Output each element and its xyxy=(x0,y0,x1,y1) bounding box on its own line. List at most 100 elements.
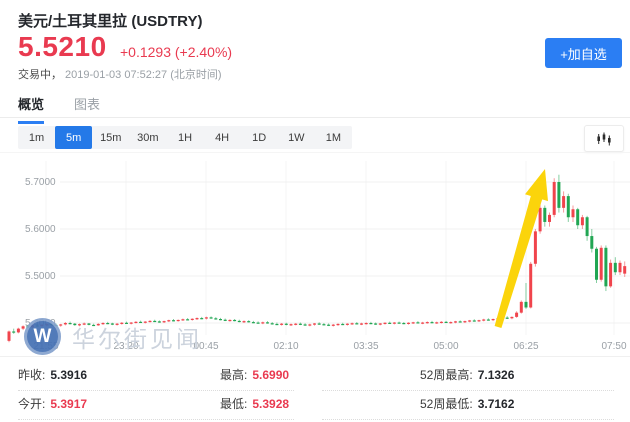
candle-body xyxy=(96,323,100,326)
interval-30m[interactable]: 30m xyxy=(129,126,166,149)
candle-body xyxy=(374,323,378,325)
candle-body xyxy=(49,323,53,326)
interval-1d[interactable]: 1D xyxy=(241,126,278,149)
candle-body xyxy=(125,322,128,324)
stat-52w-high: 52周最高: 7.1326 xyxy=(420,368,515,382)
candle-body xyxy=(604,247,608,287)
view-tabs: 概览 图表 xyxy=(18,94,100,124)
candle-body xyxy=(313,323,316,325)
stats-left-column: 昨收: 5.3916 最高: 5.6990 今开: 5.3917 最低: 5.3928 xyxy=(18,362,294,420)
candle-body xyxy=(533,231,537,264)
candle-body xyxy=(148,320,152,323)
trading-status-label: 交易中， xyxy=(18,69,62,81)
x-axis-label: 07:50 xyxy=(601,341,626,352)
candle-body xyxy=(134,321,138,324)
candle-body xyxy=(31,325,34,328)
x-axis-label: 23:20 xyxy=(113,341,138,352)
interval-1w[interactable]: 1W xyxy=(278,126,315,149)
candle-body xyxy=(228,319,232,322)
candle-body xyxy=(458,321,462,323)
candle-body xyxy=(345,323,349,325)
candle-body xyxy=(21,326,25,329)
interval-5m[interactable]: 5m xyxy=(55,126,93,149)
tabs-divider xyxy=(0,117,630,118)
candle-body xyxy=(251,322,255,324)
candle-body xyxy=(275,323,279,326)
candle-body xyxy=(369,323,373,325)
candle-body xyxy=(153,320,157,323)
tab-chart[interactable]: 图表 xyxy=(74,94,100,124)
candle-body xyxy=(402,323,406,325)
candle-body xyxy=(562,196,566,208)
candle-body xyxy=(172,320,175,322)
candle-body xyxy=(261,322,265,324)
candle-body xyxy=(322,324,326,326)
candle-body xyxy=(12,331,16,333)
x-axis-label: 05:00 xyxy=(433,341,458,352)
candle-body xyxy=(157,321,161,323)
candle-body xyxy=(223,319,227,321)
chart-type-button[interactable] xyxy=(584,125,624,152)
candle-body xyxy=(618,262,622,273)
candle-body xyxy=(200,318,204,320)
candle-body xyxy=(590,236,594,249)
interval-15m[interactable]: 15m xyxy=(92,126,129,149)
candle-body xyxy=(68,323,72,325)
candle-body xyxy=(190,318,194,320)
candle-body xyxy=(566,196,570,218)
x-axis-label: 06:25 xyxy=(513,341,538,352)
candle-body xyxy=(204,317,208,319)
candle-body xyxy=(454,321,457,323)
add-watchlist-button[interactable]: +加自选 xyxy=(545,38,622,68)
candle-body xyxy=(552,182,556,215)
candle-body xyxy=(247,321,251,323)
candle-body xyxy=(280,323,284,325)
stats-row: 昨收: 5.3916 最高: 5.6990 xyxy=(18,362,294,391)
candle-body xyxy=(411,322,415,324)
candle-body xyxy=(580,217,584,226)
interval-4h[interactable]: 4H xyxy=(204,126,241,149)
candle-body xyxy=(571,209,575,218)
candle-body xyxy=(186,319,190,321)
candle-body xyxy=(435,322,439,324)
candlestick-chart[interactable]: 5.7000 5.6000 5.5000 5.4000 21:55 23:20 00:45 0… xyxy=(0,152,630,357)
y-axis-label: 5.6000 xyxy=(25,224,56,235)
candle-body xyxy=(472,320,476,322)
candle-body xyxy=(529,263,533,308)
candle-body xyxy=(162,321,166,323)
candle-body xyxy=(40,324,44,327)
candle-body xyxy=(256,322,260,324)
tab-overview[interactable]: 概览 xyxy=(18,94,45,124)
candle-body xyxy=(468,320,472,322)
candle-body xyxy=(486,319,490,321)
candle-body xyxy=(303,324,307,326)
candle-body xyxy=(35,325,39,327)
y-axis-label: 5.7000 xyxy=(25,177,56,188)
candle-body xyxy=(237,320,241,323)
candle-body xyxy=(378,323,382,325)
candle-body xyxy=(331,324,335,326)
candle-body xyxy=(538,207,542,232)
candle-body xyxy=(106,323,110,325)
candle-body xyxy=(294,323,298,325)
candle-body xyxy=(543,207,547,222)
candle-body xyxy=(557,182,561,208)
interval-1m-month[interactable]: 1M xyxy=(315,126,352,149)
candle-body xyxy=(407,322,410,324)
candle-body xyxy=(233,319,237,322)
candle-body xyxy=(609,262,613,287)
x-axis-label: 00:45 xyxy=(193,341,218,352)
candle-body xyxy=(599,247,603,280)
market-status: 交易中， 2019-01-03 07:52:27 (北京时间) xyxy=(18,66,222,82)
interval-1h[interactable]: 1H xyxy=(166,126,203,149)
candle-body xyxy=(505,317,509,319)
candle-body xyxy=(623,266,627,274)
interval-1m[interactable]: 1m xyxy=(18,126,55,149)
candle-body xyxy=(341,323,345,326)
candle-body xyxy=(129,322,133,324)
candle-body xyxy=(45,323,49,326)
candle-body xyxy=(63,323,67,325)
candle-body xyxy=(214,318,218,320)
candle-body xyxy=(289,324,293,326)
candle-body xyxy=(350,323,354,325)
